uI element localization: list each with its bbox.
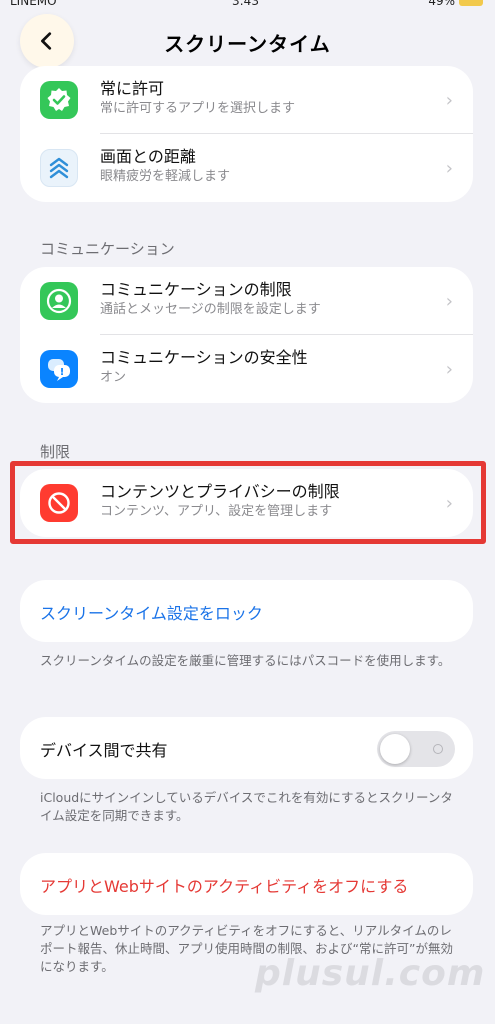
- battery-icon: [459, 0, 483, 6]
- clock: 3:43: [232, 0, 259, 8]
- row-always-allowed[interactable]: 常に許可 常に許可するアプリを選択します ›: [20, 66, 473, 134]
- settings-group-restrictions: コンテンツとプライバシーの制限 コンテンツ、アプリ、設定を管理します ›: [20, 469, 473, 537]
- row-subtitle: 常に許可するアプリを選択します: [100, 101, 296, 116]
- row-title: コミュニケーションの安全性: [100, 348, 308, 367]
- row-title: コミュニケーションの制限: [100, 280, 292, 299]
- share-footnote: iCloudにサインインしているデバイスでこれを有効にするとスクリーンタイム設定…: [40, 790, 453, 823]
- svg-text:!: !: [60, 367, 65, 378]
- section-header-restrictions: 制限: [40, 443, 71, 461]
- turn-off-activity-button[interactable]: アプリとWebサイトのアクティビティをオフにする: [20, 853, 473, 915]
- toggle-knob: [380, 734, 410, 764]
- page-title: スクリーンタイム: [164, 32, 331, 56]
- toggle-off-indicator-icon: [433, 744, 443, 754]
- share-across-devices-toggle[interactable]: [377, 731, 455, 767]
- section-header-communication: コミュニケーション: [40, 240, 175, 258]
- row-title: 画面との距離: [100, 147, 196, 166]
- chevron-right-icon: ›: [445, 359, 453, 380]
- watermark: plusul.com: [255, 953, 486, 994]
- battery-percent: 49%: [428, 0, 455, 8]
- share-across-devices-label: デバイス間で共有: [40, 741, 168, 760]
- row-subtitle: 通話とメッセージの制限を設定します: [100, 302, 321, 317]
- settings-group-activity: アプリとWebサイトのアクティビティをオフにする: [20, 853, 473, 915]
- row-share-across-devices: デバイス間で共有: [20, 717, 473, 779]
- row-subtitle: オン: [100, 370, 127, 385]
- row-screen-distance[interactable]: 画面との距離 眼精疲労を軽減します ›: [20, 134, 473, 202]
- settings-group-lock: スクリーンタイム設定をロック: [20, 580, 473, 642]
- settings-group-share: デバイス間で共有: [20, 717, 473, 779]
- chevron-right-icon: ›: [445, 90, 453, 111]
- row-subtitle: コンテンツ、アプリ、設定を管理します: [100, 504, 333, 519]
- chevrons-up-icon: [40, 149, 78, 187]
- checkmark-badge-icon: [40, 81, 78, 119]
- settings-group-communication: コミュニケーションの制限 通話とメッセージの制限を設定します › ! コミュニケ…: [20, 267, 473, 403]
- row-title: 常に許可: [100, 79, 165, 98]
- row-communication-limits[interactable]: コミュニケーションの制限 通話とメッセージの制限を設定します ›: [20, 267, 473, 335]
- chevron-right-icon: ›: [445, 158, 453, 179]
- navigation-bar: スクリーンタイム: [0, 10, 495, 72]
- person-circle-icon: [40, 282, 78, 320]
- lock-screen-time-button[interactable]: スクリーンタイム設定をロック: [20, 580, 473, 642]
- message-bubbles-icon: !: [40, 350, 78, 388]
- row-title: コンテンツとプライバシーの制限: [100, 482, 340, 501]
- prohibited-icon: [40, 484, 78, 522]
- lock-footnote: スクリーンタイムの設定を厳重に管理するにはパスコードを使用します。: [40, 653, 451, 668]
- chevron-right-icon: ›: [445, 291, 453, 312]
- status-bar: LINEMO 3:43 49%: [0, 0, 495, 10]
- row-subtitle: 眼精疲労を軽減します: [100, 169, 231, 184]
- settings-group-allow: 常に許可 常に許可するアプリを選択します › 画面との距離 眼精疲労を軽減します…: [20, 66, 473, 202]
- carrier-label: LINEMO: [10, 0, 57, 8]
- row-communication-safety[interactable]: ! コミュニケーションの安全性 オン ›: [20, 335, 473, 403]
- row-content-privacy-restrictions[interactable]: コンテンツとプライバシーの制限 コンテンツ、アプリ、設定を管理します ›: [20, 469, 473, 537]
- turn-off-activity-label: アプリとWebサイトのアクティビティをオフにする: [40, 877, 409, 896]
- lock-screen-time-label: スクリーンタイム設定をロック: [40, 604, 263, 623]
- chevron-right-icon: ›: [445, 493, 453, 514]
